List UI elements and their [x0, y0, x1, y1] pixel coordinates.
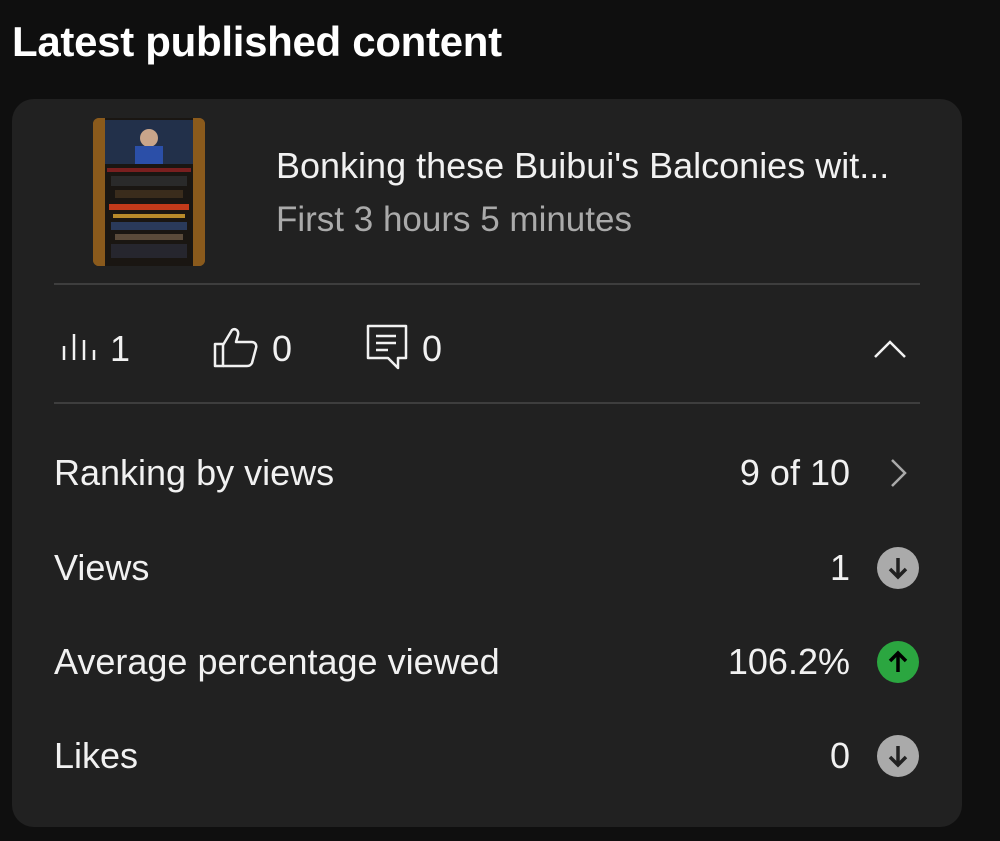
comment-icon: [366, 324, 408, 375]
metric-row-avg-percentage: Average percentage viewed 106.2%: [54, 637, 920, 687]
metric-label: Average percentage viewed: [54, 641, 500, 682]
metric-label: Views: [54, 547, 150, 588]
chevron-right-icon: [876, 451, 920, 495]
arrow-down-icon: [876, 734, 920, 778]
section-title: Latest published content: [12, 18, 502, 65]
video-title[interactable]: Bonking these Buibui's Balconies wit...: [276, 145, 936, 187]
views-count: 1: [110, 328, 131, 369]
metric-label: Likes: [54, 735, 139, 776]
metric-value: 0: [829, 735, 850, 776]
arrow-down-icon: [876, 546, 920, 590]
comments-count: 0: [422, 328, 443, 369]
video-timeframe: First 3 hours 5 minutes: [276, 200, 632, 239]
video-thumbnail[interactable]: [93, 118, 205, 266]
collapse-button[interactable]: [868, 327, 912, 371]
metric-row-views: Views 1: [54, 543, 920, 593]
metric-label: Ranking by views: [54, 452, 335, 493]
views-stat: 1: [58, 327, 130, 371]
latest-content-card: Bonking these Buibui's Balconies wit... …: [12, 99, 962, 827]
arrow-up-icon: [876, 640, 920, 684]
metric-value: 106.2%: [727, 641, 850, 682]
likes-stat: 0: [212, 327, 292, 371]
metric-row-likes: Likes 0: [54, 731, 920, 781]
thumbs-up-icon: [212, 326, 258, 373]
divider: [54, 402, 920, 404]
comments-stat: 0: [366, 324, 443, 371]
chevron-up-icon: [874, 340, 906, 358]
divider: [54, 283, 920, 285]
likes-count: 0: [272, 328, 293, 369]
metric-value: 1: [829, 547, 850, 588]
metric-row-ranking[interactable]: Ranking by views 9 of 10: [54, 448, 920, 498]
metric-value: 9 of 10: [739, 452, 850, 493]
bar-chart-icon: [58, 332, 96, 367]
